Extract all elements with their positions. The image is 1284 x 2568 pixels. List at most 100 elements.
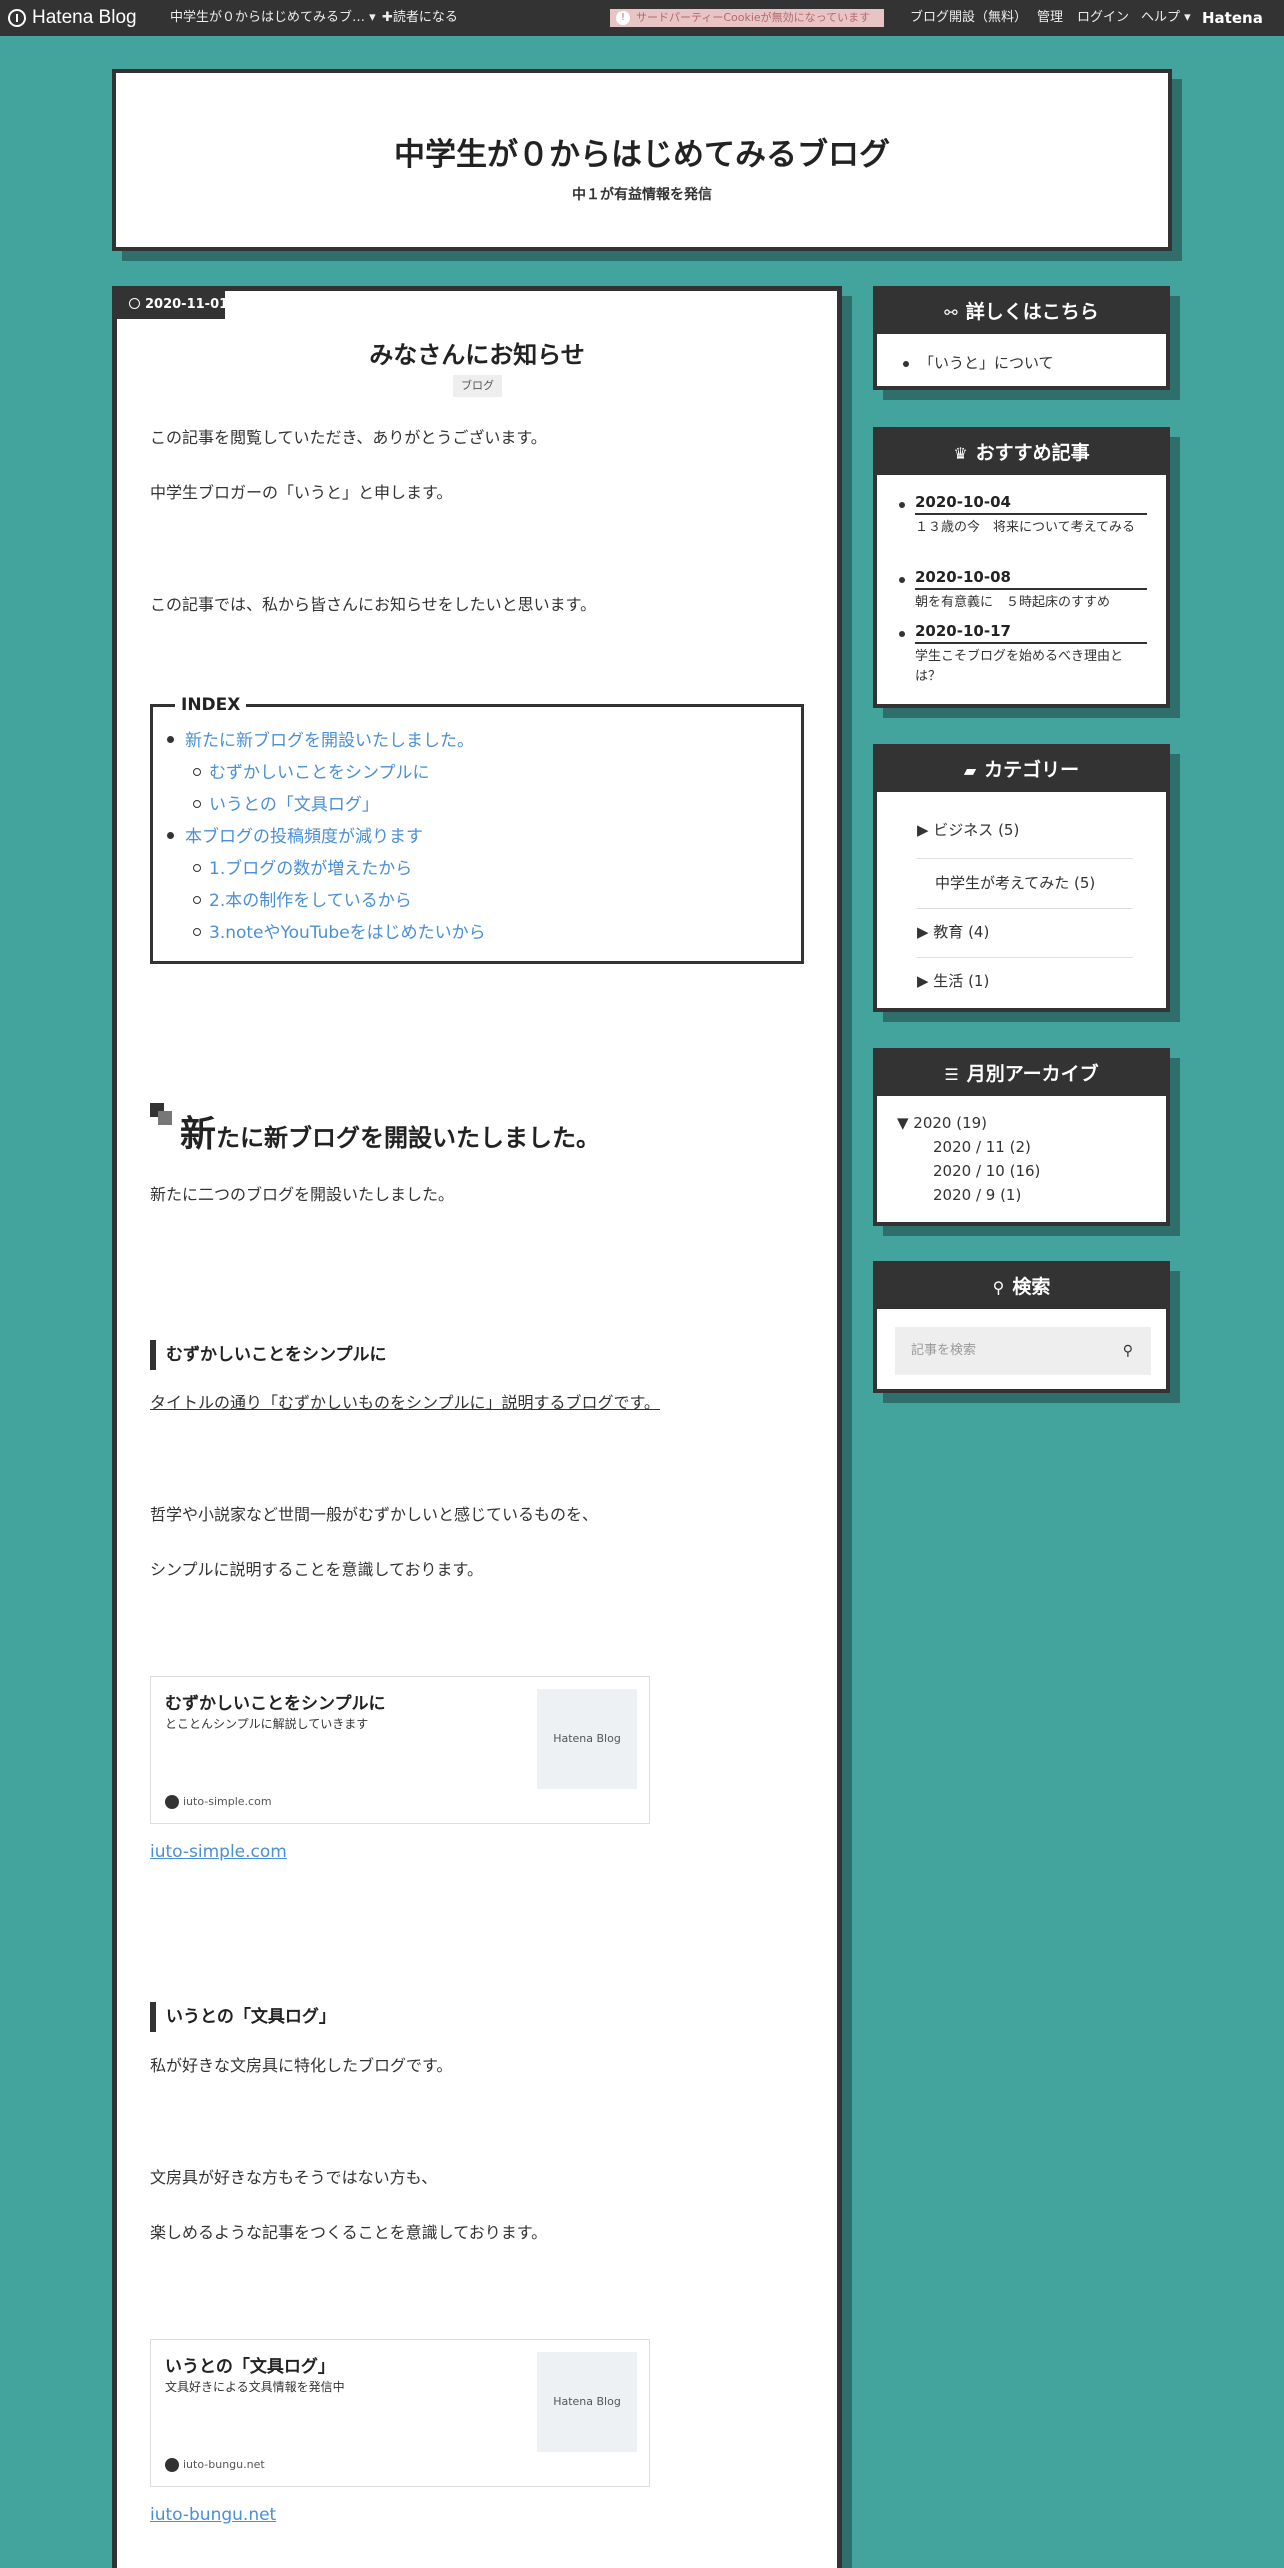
archive-month[interactable]: 2020 / 11 (2)	[933, 1138, 1031, 1156]
bullet-icon	[167, 832, 174, 839]
subscribe-button[interactable]: ✚読者になる	[382, 0, 458, 36]
bullet-icon	[193, 800, 201, 808]
about-link[interactable]: 「いうと」について	[919, 352, 1054, 373]
search-icon: ⚲	[992, 1278, 1005, 1297]
blog-card[interactable]: むずかしいことをシンプルに とことんシンプルに解説していきます Hatena B…	[150, 1676, 650, 1824]
paragraph: 中学生ブロガーの「いうと」と申します。	[150, 483, 453, 502]
bullet-icon	[193, 928, 201, 936]
entry-date[interactable]: 2020-11-01	[117, 291, 228, 319]
widget-title: ⚯ 詳しくはこちら	[877, 290, 1166, 334]
search-input[interactable]: 記事を検索 ⚲	[895, 1327, 1151, 1375]
bullet-icon	[193, 896, 201, 904]
category-widget: ▰ カテゴリー ▶ ビジネス (5) 中学生が考えてみた (5) ▶ 教育 (4)…	[873, 744, 1170, 1012]
cookie-notice[interactable]: ! サードパーティーCookieが無効になっています	[610, 9, 884, 27]
underlined-text: タイトルの通り「むずかしいものをシンプルに」説明するブログです。	[150, 1393, 660, 1412]
open-blog-link[interactable]: ブログ開設（無料）	[910, 0, 1027, 36]
recommended-title[interactable]: １３歳の今 将来について考えてみる	[915, 518, 1147, 538]
hatena-logo[interactable]: Hatena	[1202, 0, 1263, 36]
blog-link[interactable]: iuto-simple.com	[150, 1842, 287, 1862]
paragraph: 文房具が好きな方もそうではない方も、	[150, 2168, 438, 2187]
entry-category-badge[interactable]: ブログ	[453, 375, 502, 397]
toc-title: INDEX	[175, 695, 247, 715]
widget-title: ☰ 月別アーカイブ	[877, 1052, 1166, 1096]
archive-month[interactable]: 2020 / 10 (16)	[933, 1162, 1040, 1180]
bullet-icon	[899, 577, 905, 583]
category-item[interactable]: ▶ 生活 (1)	[917, 957, 1133, 1005]
recommended-title[interactable]: 学生こそブログを始めるべき理由とは？	[915, 647, 1147, 687]
bullet-icon	[193, 768, 201, 776]
card-description: 文具好きによる文具情報を発信中	[165, 2380, 345, 2394]
recommended-date[interactable]: 2020-10-17	[915, 620, 1147, 644]
blog-header: 中学生が０からはじめてみるブログ 中１が有益情報を発信	[112, 69, 1172, 251]
widget-title: ♛ おすすめ記事	[877, 431, 1166, 475]
paragraph: この記事を閲覧していただき、ありがとうございます。	[150, 428, 547, 447]
about-widget: ⚯ 詳しくはこちら 「いうと」について	[873, 286, 1170, 390]
warning-icon: !	[616, 11, 630, 25]
toc-link[interactable]: いうとの「文具ログ」	[209, 790, 379, 815]
paragraph: 哲学や小説家など世間一般がむずかしいと感じているものを、	[150, 1505, 599, 1524]
search-widget: ⚲ 検索 記事を検索 ⚲	[873, 1261, 1170, 1393]
login-link[interactable]: ログイン	[1077, 0, 1129, 36]
entry-title[interactable]: みなさんにお知らせ	[117, 335, 837, 370]
hatena-top-bar: Hatena Blog 中学生が０からはじめてみるブ… ▾ ✚読者になる ! サ…	[0, 0, 1284, 36]
toc-link[interactable]: 本ブログの投稿頻度が減ります	[185, 822, 423, 847]
link-icon: ⚯	[944, 303, 958, 322]
bullet-icon	[903, 361, 909, 367]
list-icon: ☰	[944, 1065, 959, 1084]
paragraph: この記事では、私から皆さんにお知らせをしたいと思います。	[150, 595, 597, 614]
recommended-date[interactable]: 2020-10-04	[915, 491, 1147, 515]
bullet-icon	[899, 631, 905, 637]
search-submit-icon[interactable]: ⚲	[1123, 1327, 1133, 1375]
subsection-heading: いうとの「文具ログ」	[150, 2002, 336, 2032]
toc-link[interactable]: むずかしいことをシンプルに	[209, 758, 430, 783]
archive-month[interactable]: 2020 / 9 (1)	[933, 1186, 1021, 1204]
hatena-blog-logo[interactable]: Hatena Blog	[8, 0, 137, 36]
section-heading: 新たに新ブログを開設いたしました。	[150, 1103, 600, 1157]
widget-title: ▰ カテゴリー	[877, 748, 1166, 792]
favicon-icon	[165, 1795, 179, 1809]
recommended-title[interactable]: 朝を有意義に ５時起床のすすめ	[915, 593, 1147, 613]
toc-link[interactable]: 1.ブログの数が増えたから	[209, 854, 412, 879]
bullet-icon	[193, 864, 201, 872]
blog-title[interactable]: 中学生が０からはじめてみるブログ	[116, 129, 1168, 174]
hatena-blog-icon	[8, 9, 26, 27]
folder-icon: ▰	[963, 761, 977, 780]
category-item[interactable]: ▶ 教育 (4)	[917, 908, 1133, 956]
heading-decoration-icon	[158, 1111, 172, 1125]
toc-link[interactable]: 3.noteやYouTubeをはじめたいから	[209, 918, 486, 943]
paragraph: 楽しめるような記事をつくることを意識しております。	[150, 2223, 548, 2242]
category-item[interactable]: ▶ ビジネス (5)	[917, 806, 1133, 854]
paragraph: シンプルに説明することを意識しております。	[150, 1560, 483, 1579]
card-url: iuto-simple.com	[183, 1795, 272, 1808]
recommended-widget: ♛ おすすめ記事 2020-10-04 １３歳の今 将来について考えてみる 202…	[873, 427, 1170, 708]
subsection-heading: むずかしいことをシンプルに	[150, 1340, 387, 1370]
blog-menu[interactable]: 中学生が０からはじめてみるブ… ▾	[170, 0, 376, 36]
card-thumbnail: Hatena Blog	[537, 2352, 637, 2452]
help-menu[interactable]: ヘルプ ▾	[1141, 0, 1191, 36]
card-title: むずかしいことをシンプルに	[165, 1694, 386, 1714]
blog-description: 中１が有益情報を発信	[572, 187, 712, 203]
table-of-contents: INDEX 新たに新ブログを開設いたしました。 むずかしいことをシンプルに いう…	[150, 695, 804, 964]
card-url: iuto-bungu.net	[183, 2458, 265, 2471]
paragraph: 新たに二つのブログを開設いたしました。	[150, 1185, 455, 1204]
recommended-date[interactable]: 2020-10-08	[915, 566, 1147, 590]
card-thumbnail: Hatena Blog	[537, 1689, 637, 1789]
paragraph: 私が好きな文房具に特化したブログです。	[150, 2056, 453, 2075]
bullet-icon	[167, 736, 174, 743]
entry-article: 2020-11-01 みなさんにお知らせ ブログ この記事を閲覧していただき、あ…	[112, 286, 842, 2568]
crown-icon: ♛	[953, 444, 968, 463]
archive-widget: ☰ 月別アーカイブ ▼ 2020 (19) 2020 / 11 (2) 2020 …	[873, 1048, 1170, 1226]
card-description: とことんシンプルに解説していきます	[165, 1717, 369, 1731]
clock-icon	[129, 298, 140, 309]
blog-card[interactable]: いうとの「文具ログ」 文具好きによる文具情報を発信中 Hatena Blog i…	[150, 2339, 650, 2487]
category-item[interactable]: 中学生が考えてみた (5)	[917, 859, 1133, 907]
bullet-icon	[899, 502, 905, 508]
toc-link[interactable]: 2.本の制作をしているから	[209, 886, 412, 911]
toc-link[interactable]: 新たに新ブログを開設いたしました。	[185, 726, 474, 751]
widget-title: ⚲ 検索	[877, 1265, 1166, 1309]
admin-link[interactable]: 管理	[1037, 0, 1063, 36]
archive-year[interactable]: ▼ 2020 (19)	[897, 1114, 987, 1132]
favicon-icon	[165, 2458, 179, 2472]
blog-link[interactable]: iuto-bungu.net	[150, 2505, 276, 2525]
card-title: いうとの「文具ログ」	[165, 2357, 335, 2377]
